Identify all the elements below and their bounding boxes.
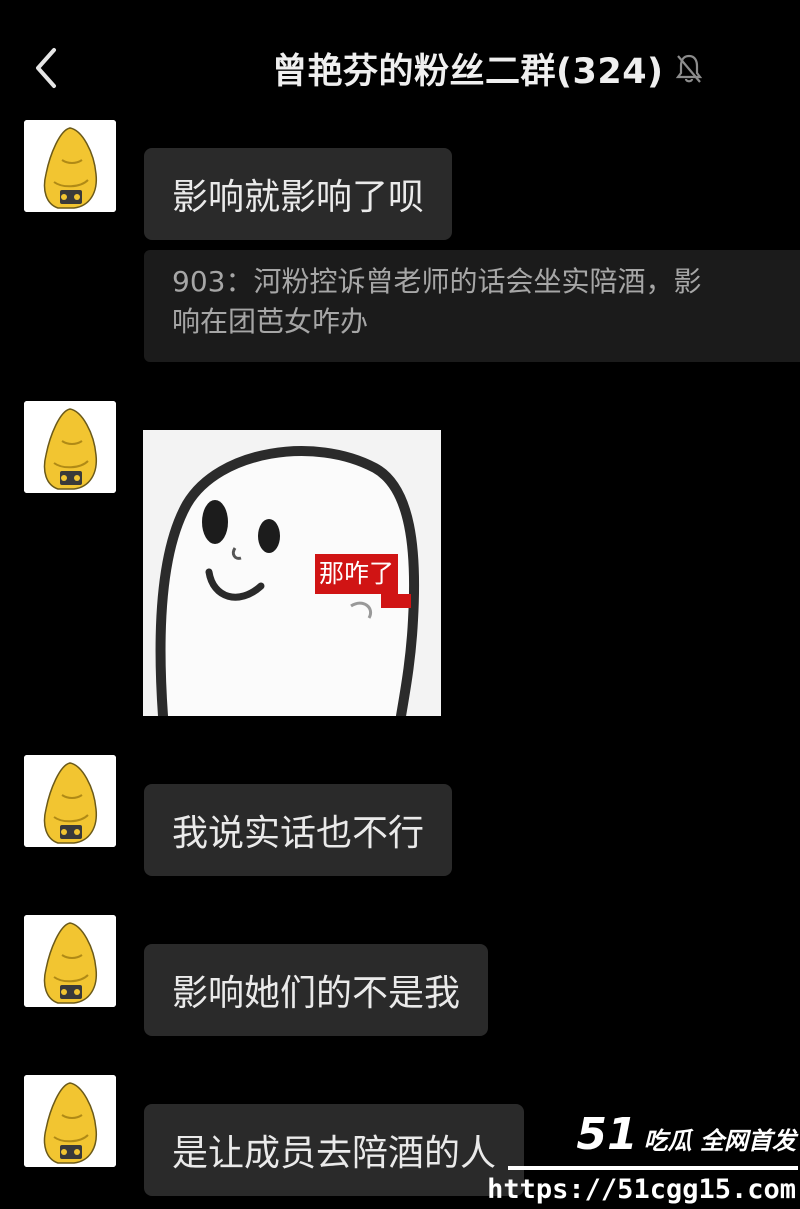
chat-header: 曾艳芬的粉丝二群(324) [0, 0, 800, 120]
sticker-caption: 那咋了 [315, 554, 399, 594]
message-bubble[interactable]: 影响就影响了呗 [144, 148, 453, 240]
back-button[interactable] [28, 46, 64, 90]
avatar-image [24, 755, 116, 847]
watermark-divider [508, 1166, 798, 1170]
avatar[interactable] [24, 915, 116, 1007]
group-title: 曾艳芬的粉丝二群(324) [272, 51, 664, 92]
message-bubble[interactable]: 我说实话也不行 [144, 784, 453, 876]
avatar[interactable] [24, 755, 116, 847]
avatar-image [24, 1075, 116, 1167]
message-bubble[interactable]: 是让成员去陪酒的人 [144, 1104, 525, 1196]
watermark-url: https://51cgg15.com [487, 1174, 796, 1205]
chevron-left-icon [36, 48, 56, 88]
avatar[interactable] [24, 1075, 116, 1167]
site-watermark: 51 吃瓜 全网首发 https://51cgg15.com [487, 1108, 800, 1209]
message-bubble[interactable]: 影响她们的不是我 [144, 944, 489, 1036]
avatar-image [24, 120, 116, 212]
avatar-image [24, 915, 116, 1007]
watermark-brand: 51 吃瓜 全网首发 [576, 1110, 796, 1166]
avatar[interactable] [24, 120, 116, 212]
quote-line: 响在团芭女咋办 [172, 305, 369, 338]
sticker-caption-tail [381, 594, 411, 608]
group-title-area[interactable]: 曾艳芬的粉丝二群(324) [272, 44, 704, 92]
avatar[interactable] [24, 401, 116, 493]
quote-line: 903：河粉控诉曾老师的话会坐实陪酒，影 [172, 265, 702, 298]
watermark-tagline: 吃瓜 全网首发 [643, 1127, 796, 1155]
sticker-image[interactable]: 那咋了 [143, 430, 441, 716]
message-list[interactable]: 影响就影响了呗 903：河粉控诉曾老师的话会坐实陪酒，影 响在团芭女咋办 那咋了… [0, 120, 800, 1209]
quoted-message[interactable]: 903：河粉控诉曾老师的话会坐实陪酒，影 响在团芭女咋办 [144, 250, 800, 362]
bell-muted-icon [675, 54, 702, 83]
avatar-image [24, 401, 116, 493]
watermark-logo: 51 [576, 1109, 638, 1160]
